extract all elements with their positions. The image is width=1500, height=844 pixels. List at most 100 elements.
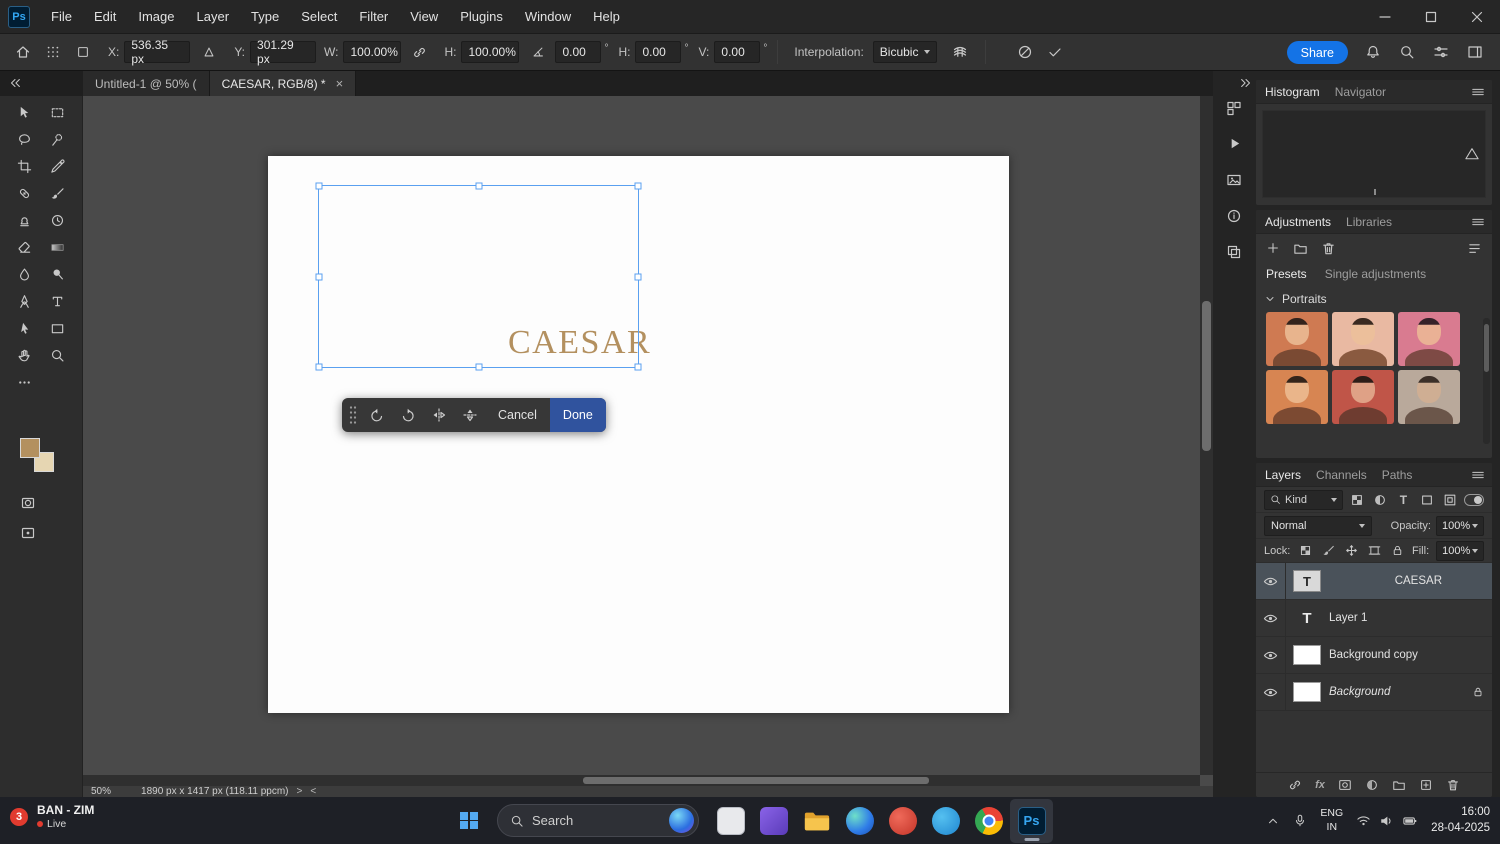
status-chevron-right-icon[interactable]: >: [297, 786, 303, 797]
menu-item-filter[interactable]: Filter: [348, 0, 399, 34]
info-panel-button[interactable]: [1213, 201, 1255, 230]
vertical-skew-field[interactable]: 0.00: [714, 41, 761, 63]
path-selection-tool[interactable]: [8, 320, 41, 336]
flip-vertical-button[interactable]: [454, 398, 485, 432]
layer-name[interactable]: Background copy: [1329, 649, 1418, 661]
tab-libraries[interactable]: Libraries: [1346, 215, 1392, 229]
home-button[interactable]: [10, 39, 36, 65]
vertical-scrollbar-thumb[interactable]: [1202, 301, 1211, 451]
document-tab-caesar[interactable]: CAESAR, RGB/8) * ×: [209, 71, 357, 96]
portraits-group-header[interactable]: Portraits: [1256, 286, 1492, 311]
filter-toggle-switch[interactable]: [1463, 493, 1484, 506]
taskbar-app-light[interactable]: [709, 799, 752, 843]
zoom-level-field[interactable]: 50%: [91, 786, 111, 797]
layer-name[interactable]: Background: [1329, 686, 1390, 698]
collapse-left-button[interactable]: [8, 76, 22, 90]
layer-row-background-copy[interactable]: Background copy: [1256, 636, 1492, 674]
clone-stamp-tool[interactable]: [8, 212, 41, 228]
blend-mode-select[interactable]: Normal: [1264, 515, 1372, 536]
lock-pixels-icon[interactable]: [1320, 543, 1336, 559]
rectangle-tool[interactable]: [41, 320, 74, 336]
warp-mode-button[interactable]: [947, 39, 973, 65]
start-button[interactable]: [448, 800, 490, 842]
toggle-reference-point-checkbox[interactable]: [70, 39, 96, 65]
visibility-toggle[interactable]: [1256, 562, 1286, 600]
tab-single-adjustments[interactable]: Single adjustments: [1325, 267, 1426, 281]
width-scale-field[interactable]: 100.00%: [343, 41, 402, 63]
type-layer-thumbnail[interactable]: T: [1293, 607, 1321, 629]
transform-handle-bottom-right[interactable]: [634, 363, 642, 371]
lock-all-icon[interactable]: [1389, 543, 1405, 559]
portrait-preset-thumbnail-4[interactable]: [1266, 370, 1328, 424]
bing-icon[interactable]: [669, 808, 694, 833]
close-button[interactable]: [1454, 0, 1500, 34]
tab-close-icon[interactable]: ×: [336, 77, 344, 90]
tab-layers[interactable]: Layers: [1265, 468, 1301, 482]
menu-item-plugins[interactable]: Plugins: [449, 0, 514, 34]
vertical-scrollbar[interactable]: [1200, 96, 1213, 775]
layer-thumbnail[interactable]: [1293, 645, 1321, 665]
menu-item-window[interactable]: Window: [514, 0, 582, 34]
move-tool[interactable]: [8, 104, 41, 120]
visibility-toggle[interactable]: [1256, 599, 1286, 637]
adjustment-layer-icon[interactable]: [1365, 778, 1379, 792]
quick-selection-tool[interactable]: [41, 131, 74, 147]
filter-adjustment-layers-icon[interactable]: [1371, 490, 1389, 509]
search-button[interactable]: [1394, 39, 1420, 65]
filter-smart-objects-icon[interactable]: [1441, 490, 1459, 509]
panel-menu-button[interactable]: [1471, 468, 1485, 482]
folder-icon[interactable]: [1293, 241, 1308, 256]
taskbar-file-explorer[interactable]: [795, 799, 838, 843]
portrait-preset-thumbnail-3[interactable]: [1398, 312, 1460, 366]
dodge-tool[interactable]: [41, 266, 74, 282]
pen-tool[interactable]: [8, 293, 41, 309]
layer-name[interactable]: Layer 1: [1329, 612, 1367, 624]
notifications-button[interactable]: [1360, 39, 1386, 65]
brush-tool[interactable]: [41, 185, 74, 201]
new-layer-icon[interactable]: [1419, 778, 1433, 792]
adjustments-scrollbar[interactable]: [1483, 318, 1490, 444]
menu-item-select[interactable]: Select: [290, 0, 348, 34]
zoom-tool[interactable]: [41, 347, 74, 363]
maintain-aspect-ratio-button[interactable]: [406, 39, 432, 65]
horizontal-skew-field[interactable]: 0.00: [635, 41, 682, 63]
adjustments-scrollbar-thumb[interactable]: [1484, 324, 1489, 372]
add-icon[interactable]: [1266, 241, 1280, 255]
menu-item-image[interactable]: Image: [127, 0, 185, 34]
transform-handle-middle-right[interactable]: [634, 273, 642, 280]
menu-item-file[interactable]: File: [40, 0, 83, 34]
x-position-field[interactable]: 536.35 px: [124, 38, 191, 66]
cancel-transform-button[interactable]: [1012, 39, 1038, 65]
tab-channels[interactable]: Channels: [1316, 468, 1367, 482]
type-tool[interactable]: [41, 293, 74, 309]
layer-thumbnail[interactable]: [1293, 682, 1321, 702]
maximize-button[interactable]: [1408, 0, 1454, 34]
status-chevron-left-icon[interactable]: <: [310, 786, 316, 797]
transform-bounding-box[interactable]: [315, 182, 642, 371]
mic-icon[interactable]: [1293, 813, 1307, 828]
horizontal-scrollbar[interactable]: [83, 775, 1200, 786]
tab-adjustments[interactable]: Adjustments: [1265, 215, 1331, 229]
spot-healing-brush-tool[interactable]: [8, 185, 41, 201]
transform-handle-top-left[interactable]: [315, 182, 323, 190]
quick-mask-button[interactable]: [15, 493, 41, 513]
screen-mode-button[interactable]: [15, 523, 41, 543]
layer-row-layer1[interactable]: T Layer 1: [1256, 599, 1492, 637]
menu-item-type[interactable]: Type: [240, 0, 290, 34]
actions-panel-button[interactable]: [1213, 129, 1255, 158]
done-button[interactable]: Done: [549, 398, 606, 432]
portrait-preset-thumbnail-6[interactable]: [1398, 370, 1460, 424]
reference-point-button[interactable]: [40, 39, 66, 65]
layer-effects-icon[interactable]: fx: [1315, 779, 1325, 791]
interpolation-select[interactable]: Bicubic: [872, 41, 937, 63]
trash-icon[interactable]: [1321, 241, 1336, 256]
lock-position-icon[interactable]: [1343, 543, 1359, 559]
taskbar-chrome[interactable]: [967, 799, 1010, 843]
drag-grip-icon[interactable]: [349, 405, 357, 425]
lock-artboard-icon[interactable]: [1366, 543, 1382, 559]
filter-kind-select[interactable]: Kind: [1264, 489, 1343, 510]
rotation-field[interactable]: 0.00: [555, 41, 602, 63]
histogram-warning-icon[interactable]: [1465, 147, 1479, 160]
lasso-tool[interactable]: [8, 131, 41, 147]
menu-item-help[interactable]: Help: [582, 0, 631, 34]
